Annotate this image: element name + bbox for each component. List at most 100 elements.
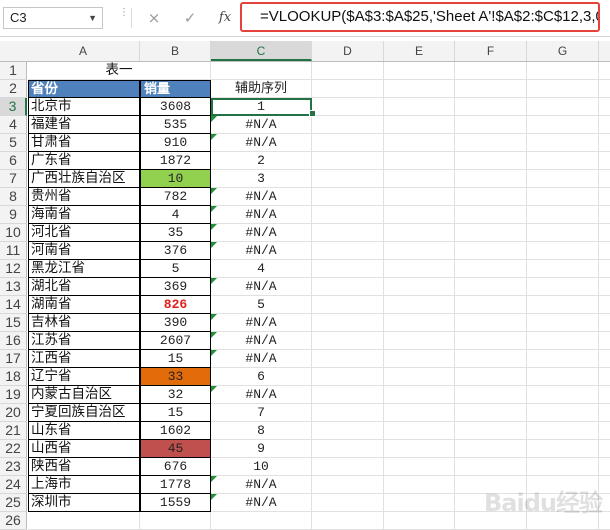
cell[interactable] <box>455 242 527 260</box>
cell[interactable] <box>312 512 384 530</box>
cell[interactable] <box>527 134 599 152</box>
cell[interactable] <box>527 242 599 260</box>
cell[interactable] <box>599 314 610 332</box>
row-header[interactable]: 8 <box>0 188 27 206</box>
row-header[interactable]: 19 <box>0 386 27 404</box>
cell[interactable] <box>455 116 527 134</box>
cell[interactable] <box>312 98 384 116</box>
helper-cell[interactable]: 2 <box>211 152 312 170</box>
cell[interactable] <box>384 62 455 80</box>
table-title[interactable]: 表一 <box>28 62 211 80</box>
province-cell[interactable]: 上海市 <box>28 476 140 494</box>
helper-cell[interactable]: #N/A <box>211 224 312 242</box>
helper-cell[interactable]: #N/A <box>211 206 312 224</box>
province-cell[interactable]: 陕西省 <box>28 458 140 476</box>
cell[interactable] <box>312 368 384 386</box>
cell[interactable] <box>384 116 455 134</box>
sales-cell[interactable]: 10 <box>140 170 211 188</box>
fx-icon[interactable]: fx <box>216 9 234 27</box>
province-cell[interactable]: 山东省 <box>28 422 140 440</box>
cell[interactable] <box>455 224 527 242</box>
helper-cell[interactable]: 3 <box>211 170 312 188</box>
sales-cell[interactable]: 676 <box>140 458 211 476</box>
cell[interactable] <box>384 494 455 512</box>
province-cell[interactable]: 深圳市 <box>28 494 140 512</box>
cell[interactable] <box>455 188 527 206</box>
cell[interactable] <box>140 512 211 530</box>
column-header-e[interactable]: E <box>384 41 455 61</box>
sales-cell[interactable]: 910 <box>140 134 211 152</box>
cell[interactable] <box>384 332 455 350</box>
helper-cell[interactable]: #N/A <box>211 134 312 152</box>
cell[interactable] <box>455 152 527 170</box>
cell[interactable] <box>384 134 455 152</box>
row-header[interactable]: 21 <box>0 422 27 440</box>
helper-cell[interactable]: 9 <box>211 440 312 458</box>
cell[interactable] <box>384 404 455 422</box>
helper-cell[interactable]: #N/A <box>211 350 312 368</box>
cell[interactable] <box>384 98 455 116</box>
cell[interactable] <box>599 62 610 80</box>
sales-cell[interactable]: 35 <box>140 224 211 242</box>
cell[interactable] <box>312 440 384 458</box>
cell[interactable] <box>527 404 599 422</box>
cell[interactable] <box>527 386 599 404</box>
cell[interactable] <box>384 458 455 476</box>
cell[interactable] <box>527 188 599 206</box>
cell[interactable] <box>384 512 455 530</box>
cell[interactable] <box>599 422 610 440</box>
cell[interactable] <box>312 494 384 512</box>
cell[interactable] <box>599 98 610 116</box>
cell[interactable] <box>527 62 599 80</box>
cell[interactable] <box>527 332 599 350</box>
cell[interactable] <box>455 368 527 386</box>
cell[interactable] <box>312 188 384 206</box>
cell[interactable] <box>455 314 527 332</box>
cell[interactable] <box>312 296 384 314</box>
cell[interactable] <box>527 116 599 134</box>
cell[interactable] <box>599 350 610 368</box>
cell[interactable] <box>599 206 610 224</box>
helper-cell[interactable]: #N/A <box>211 242 312 260</box>
helper-cell[interactable]: #N/A <box>211 386 312 404</box>
helper-cell[interactable]: #N/A <box>211 476 312 494</box>
sales-cell[interactable]: 1872 <box>140 152 211 170</box>
cell[interactable] <box>312 170 384 188</box>
cell[interactable] <box>384 152 455 170</box>
cell[interactable] <box>527 224 599 242</box>
sales-cell[interactable]: 15 <box>140 350 211 368</box>
cell[interactable] <box>599 188 610 206</box>
sales-cell[interactable]: 1602 <box>140 422 211 440</box>
province-cell[interactable]: 广东省 <box>28 152 140 170</box>
cell[interactable] <box>384 368 455 386</box>
cell[interactable] <box>384 350 455 368</box>
row-header[interactable]: 22 <box>0 440 27 458</box>
cell[interactable] <box>455 170 527 188</box>
helper-cell[interactable]: #N/A <box>211 116 312 134</box>
cell[interactable] <box>455 98 527 116</box>
cell[interactable] <box>527 422 599 440</box>
sales-cell[interactable]: 3608 <box>140 98 211 116</box>
cell[interactable] <box>527 260 599 278</box>
cell[interactable] <box>312 134 384 152</box>
row-header[interactable]: 26 <box>0 512 27 530</box>
cell[interactable] <box>599 224 610 242</box>
cell[interactable] <box>312 350 384 368</box>
province-cell[interactable]: 山西省 <box>28 440 140 458</box>
cell[interactable] <box>384 422 455 440</box>
cell[interactable] <box>455 458 527 476</box>
cell[interactable] <box>455 206 527 224</box>
column-header-c[interactable]: C <box>211 41 312 61</box>
chevron-down-icon[interactable]: ▼ <box>88 8 97 28</box>
province-cell[interactable]: 辽宁省 <box>28 368 140 386</box>
province-cell[interactable]: 北京市 <box>28 98 140 116</box>
helper-cell[interactable]: 8 <box>211 422 312 440</box>
province-cell[interactable]: 福建省 <box>28 116 140 134</box>
cell[interactable] <box>455 62 527 80</box>
cell[interactable] <box>211 62 312 80</box>
cell[interactable] <box>312 314 384 332</box>
cell[interactable] <box>384 476 455 494</box>
province-cell[interactable]: 湖北省 <box>28 278 140 296</box>
column-header-b[interactable]: B <box>140 41 211 61</box>
header-helper[interactable]: 辅助序列 <box>211 80 312 98</box>
